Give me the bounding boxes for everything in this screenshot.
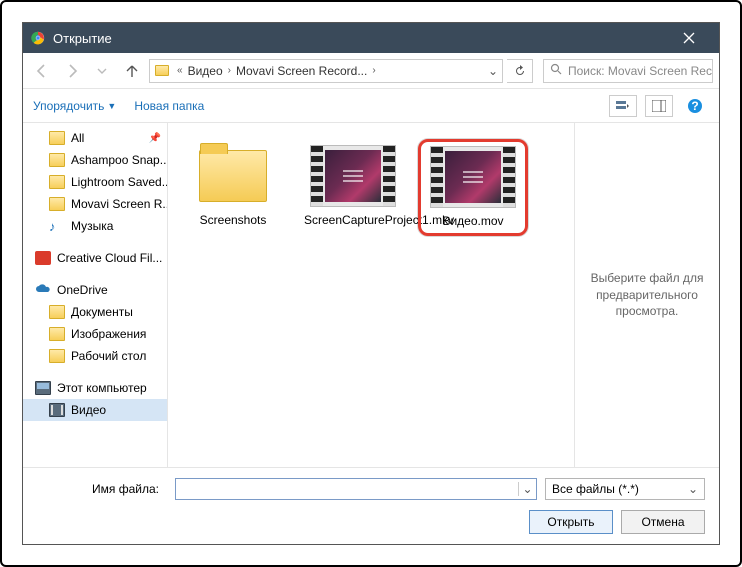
breadcrumb-dropdown[interactable]: ⌄ (484, 64, 502, 78)
folder-icon (152, 61, 172, 81)
sidebar: All📌 Ashampoo Snap... Lightroom Saved...… (23, 123, 168, 467)
music-icon: ♪ (49, 219, 65, 233)
folder-icon (49, 349, 65, 363)
organize-button[interactable]: Упорядочить▼ (33, 99, 116, 113)
chrome-icon (31, 31, 45, 45)
new-folder-button[interactable]: Новая папка (134, 99, 204, 113)
breadcrumb[interactable]: « Видео › Movavi Screen Record... › ⌄ (149, 59, 503, 83)
dropdown-icon: ⌄ (688, 482, 698, 496)
creative-cloud-icon (35, 251, 51, 265)
file-item-video-mov[interactable]: Видео.mov (418, 139, 528, 236)
recent-dropdown[interactable] (89, 58, 115, 84)
open-button[interactable]: Открыть (529, 510, 613, 534)
titlebar: Открытие (23, 23, 719, 53)
sidebar-item-ashampoo[interactable]: Ashampoo Snap... (23, 149, 167, 171)
footer: Имя файла: ⌄ Все файлы (*.*)⌄ Открыть От… (23, 467, 719, 544)
forward-button[interactable] (59, 58, 85, 84)
onedrive-icon (35, 283, 51, 297)
pc-icon (35, 381, 51, 395)
video-thumbnail (430, 146, 516, 208)
cancel-button[interactable]: Отмена (621, 510, 705, 534)
sidebar-item-documents[interactable]: Документы (23, 301, 167, 323)
close-button[interactable] (667, 23, 711, 53)
sidebar-item-desktop[interactable]: Рабочий стол (23, 345, 167, 367)
chevron-right-icon: › (369, 65, 378, 76)
sidebar-item-images[interactable]: Изображения (23, 323, 167, 345)
folder-icon (49, 153, 65, 167)
folder-icon (49, 175, 65, 189)
open-file-dialog: Открытие « Видео › Movavi Screen Record.… (22, 22, 720, 545)
item-label: Screenshots (200, 213, 267, 228)
help-button[interactable]: ? (681, 95, 709, 117)
search-placeholder: Поиск: Movavi Screen Recor... (568, 64, 713, 78)
preview-pane-button[interactable] (645, 95, 673, 117)
dropdown-icon: ▼ (107, 101, 116, 111)
item-label: ScreenCaptureProject1.mkv (304, 213, 402, 228)
video-icon (49, 403, 65, 417)
sidebar-item-this-pc[interactable]: Этот компьютер (23, 377, 167, 399)
search-input[interactable]: Поиск: Movavi Screen Recor... (543, 59, 713, 83)
back-button[interactable] (29, 58, 55, 84)
folder-icon (49, 197, 65, 211)
sidebar-item-creative-cloud[interactable]: Creative Cloud Fil... (23, 247, 167, 269)
window-title: Открытие (53, 31, 667, 46)
navbar: « Видео › Movavi Screen Record... › ⌄ По… (23, 53, 719, 89)
view-mode-button[interactable] (609, 95, 637, 117)
chevron-icon: « (174, 65, 186, 76)
search-icon (550, 63, 562, 78)
sidebar-item-lightroom[interactable]: Lightroom Saved... (23, 171, 167, 193)
sidebar-item-music[interactable]: ♪Музыка (23, 215, 167, 237)
video-thumbnail (310, 145, 396, 207)
folder-icon (49, 327, 65, 341)
folder-item-screenshots[interactable]: Screenshots (178, 139, 288, 236)
sidebar-item-video[interactable]: Видео (23, 399, 167, 421)
chevron-right-icon: › (225, 65, 234, 76)
folder-icon (49, 305, 65, 319)
folder-icon (49, 131, 65, 145)
dropdown-icon[interactable]: ⌄ (518, 482, 536, 496)
sidebar-item-movavi[interactable]: Movavi Screen R... (23, 193, 167, 215)
sidebar-item-onedrive[interactable]: OneDrive (23, 279, 167, 301)
folder-icon (190, 145, 276, 207)
up-button[interactable] (119, 58, 145, 84)
file-list: Screenshots ScreenCaptureProject1.mkv Ви… (168, 123, 574, 467)
item-label: Видео.mov (442, 214, 503, 229)
breadcrumb-item[interactable]: Movavi Screen Record... (234, 64, 369, 78)
sidebar-item-all[interactable]: All📌 (23, 127, 167, 149)
filename-input[interactable]: ⌄ (175, 478, 537, 500)
preview-pane: Выберите файл для предварительного просм… (574, 123, 719, 467)
file-item-screencapture[interactable]: ScreenCaptureProject1.mkv (298, 139, 408, 236)
filetype-select[interactable]: Все файлы (*.*)⌄ (545, 478, 705, 500)
svg-text:?: ? (691, 99, 698, 113)
filename-label: Имя файла: (37, 482, 167, 496)
toolbar: Упорядочить▼ Новая папка ? (23, 89, 719, 123)
breadcrumb-item[interactable]: Видео (186, 64, 225, 78)
refresh-button[interactable] (507, 59, 533, 83)
pin-icon: 📌 (149, 133, 161, 144)
